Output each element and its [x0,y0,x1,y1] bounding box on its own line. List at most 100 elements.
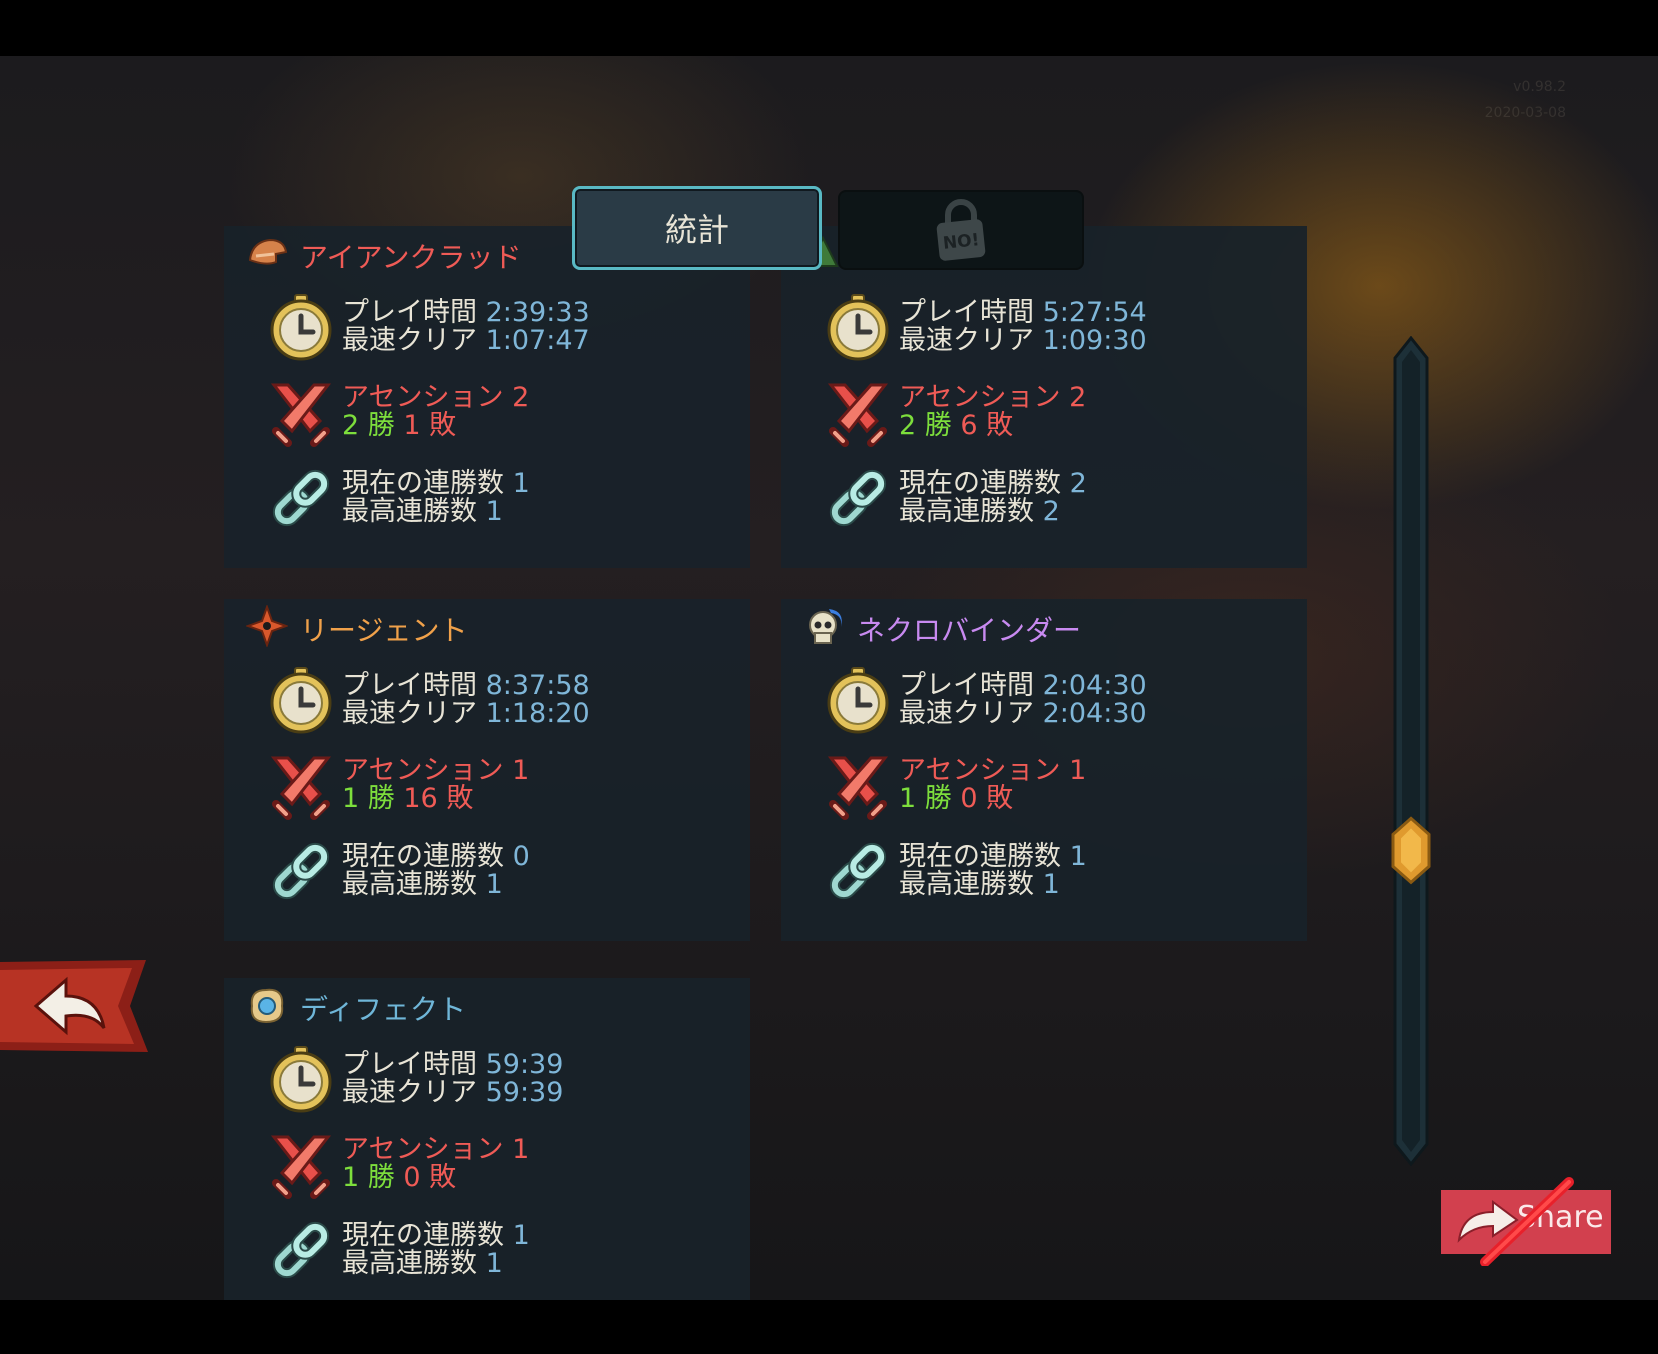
streak-stat: 現在の連勝数 1 最高連勝数 1 [266,455,530,541]
tab-stats[interactable]: 統計 [572,186,822,270]
scrollbar[interactable] [1391,336,1431,1166]
losses-label: 敗 [986,783,1014,814]
ascension-value: 1 [512,755,530,786]
fastest-clear-value: 1:09:30 [1042,325,1147,356]
stopwatch-icon [270,667,332,734]
streak-stat: 現在の連勝数 1 最高連勝数 1 [266,1207,530,1293]
play-time-label: プレイ時間 [342,1049,477,1080]
fastest-clear-value: 1:18:20 [485,698,590,729]
version-info: v0.98.2 2020-03-08 [1485,74,1566,126]
back-arrow-icon [0,960,148,1052]
character-stats-panel: リージェントプレイ時間 8:37:58 最速クリア 1:18:20 アセンション 1… [224,599,750,941]
wins-label: 勝 [367,783,395,814]
ascension-label: アセンション [342,382,504,413]
play-time-value: 59:39 [485,1049,564,1080]
wins-value: 2 [899,410,917,441]
play-time-value: 5:27:54 [1042,297,1147,328]
wins-label: 勝 [367,1162,395,1193]
best-streak-value: 1 [1042,869,1060,900]
crossed-swords-icon [827,756,889,820]
ascension-value: 1 [1069,755,1087,786]
chain-link-icon [829,842,887,900]
wins-label: 勝 [924,783,952,814]
play-time-label: プレイ時間 [342,297,477,328]
ascension-stat: アセンション 1 1 勝 0 敗 [266,1121,529,1207]
current-streak-label: 現在の連勝数 [342,841,504,872]
version-number: v0.98.2 [1513,79,1566,95]
fastest-clear-label: 最速クリア [342,1077,477,1108]
tab-locked[interactable]: NO! [838,190,1084,270]
scrollbar-thumb[interactable] [1391,816,1431,885]
character-header: リージェント [246,604,468,649]
current-streak-label: 現在の連勝数 [342,1220,504,1251]
character-stats-panel: アイアンクラッド プレイ時間 2:39:33 最速クリア 1:07:47 アセンション… [224,226,750,568]
losses-label: 敗 [429,1162,457,1193]
streak-stat: 現在の連勝数 2 最高連勝数 2 [823,455,1087,541]
character-stats-panel: ネクロバインダー プレイ時間 2:04:30 最速クリア 2:04:30 アセンション… [781,599,1307,941]
stopwatch-icon [827,667,889,734]
fastest-clear-label: 最速クリア [899,325,1034,356]
ascension-stat: アセンション 1 1 勝 0 敗 [823,742,1086,828]
losses-value: 6 [960,410,978,441]
wins-value: 1 [342,1162,360,1193]
ironclad-helmet-icon [246,232,300,281]
best-streak-label: 最高連勝数 [899,496,1034,527]
ascension-stat: アセンション 1 1 勝 16 敗 [266,742,529,828]
defect-orb-icon [246,984,300,1033]
ascension-stat: アセンション 2 2 勝 1 敗 [266,369,529,455]
play-time-stat: プレイ時間 2:04:30 最速クリア 2:04:30 [823,657,1147,743]
losses-label: 敗 [446,783,474,814]
streak-stat: 現在の連勝数 0 最高連勝数 1 [266,828,530,914]
necrobinder-skull-icon [803,605,857,654]
crossed-swords-icon [827,383,889,447]
current-streak-label: 現在の連勝数 [899,841,1061,872]
wins-label: 勝 [367,410,395,441]
best-streak-label: 最高連勝数 [899,869,1034,900]
play-time-stat: プレイ時間 5:27:54 最速クリア 1:09:30 [823,284,1147,370]
current-streak-value: 1 [512,1220,530,1251]
ascension-label: アセンション [342,755,504,786]
play-time-label: プレイ時間 [342,670,477,701]
losses-label: 敗 [429,410,457,441]
character-name: ネクロバインダー [857,614,1082,647]
play-time-stat: プレイ時間 8:37:58 最速クリア 1:18:20 [266,657,590,743]
ascension-value: 1 [512,1134,530,1165]
crossed-swords-icon [270,1135,332,1199]
tab-stats-label: 統計 [664,211,729,249]
chain-link-icon [829,469,887,527]
ascension-value: 2 [1069,382,1087,413]
share-button[interactable]: Share [1441,1177,1611,1266]
fastest-clear-value: 59:39 [485,1077,564,1108]
play-time-value: 2:04:30 [1042,670,1147,701]
chain-link-icon [272,842,330,900]
character-stats-panel: ディフェクト プレイ時間 59:39 最速クリア 59:39 アセンション 11 勝 … [224,978,750,1300]
best-streak-label: 最高連勝数 [342,869,477,900]
streak-stat: 現在の連勝数 1 最高連勝数 1 [823,828,1087,914]
losses-label: 敗 [986,410,1014,441]
best-streak-label: 最高連勝数 [342,496,477,527]
play-time-stat: プレイ時間 2:39:33 最速クリア 1:07:47 [266,284,590,370]
current-streak-value: 2 [1069,468,1087,499]
losses-value: 16 [403,783,438,814]
best-streak-value: 1 [485,1248,503,1279]
character-header: ネクロバインダー [803,608,1082,649]
current-streak-value: 1 [1069,841,1087,872]
fastest-clear-label: 最速クリア [342,698,477,729]
current-streak-label: 現在の連勝数 [899,468,1061,499]
back-button[interactable] [0,956,150,1056]
character-name: リージェント [300,614,468,647]
padlock-icon: NO! [936,199,986,261]
play-time-stat: プレイ時間 59:39 最速クリア 59:39 [266,1036,563,1122]
version-date: 2020-03-08 [1484,105,1566,121]
fastest-clear-label: 最速クリア [342,325,477,356]
character-stats-panel: プレイ時間 5:27:54 最速クリア 1:09:30 アセンション 22 勝 6 … [781,226,1307,568]
ascension-label: アセンション [899,755,1061,786]
play-time-value: 8:37:58 [485,670,590,701]
fastest-clear-value: 2:04:30 [1042,698,1147,729]
chain-link-icon [272,1221,330,1279]
best-streak-value: 1 [485,496,503,527]
wins-value: 2 [342,410,360,441]
ascension-stat: アセンション 2 2 勝 6 敗 [823,369,1086,455]
stopwatch-icon [270,294,332,361]
character-header: アイアンクラッド [246,236,521,276]
